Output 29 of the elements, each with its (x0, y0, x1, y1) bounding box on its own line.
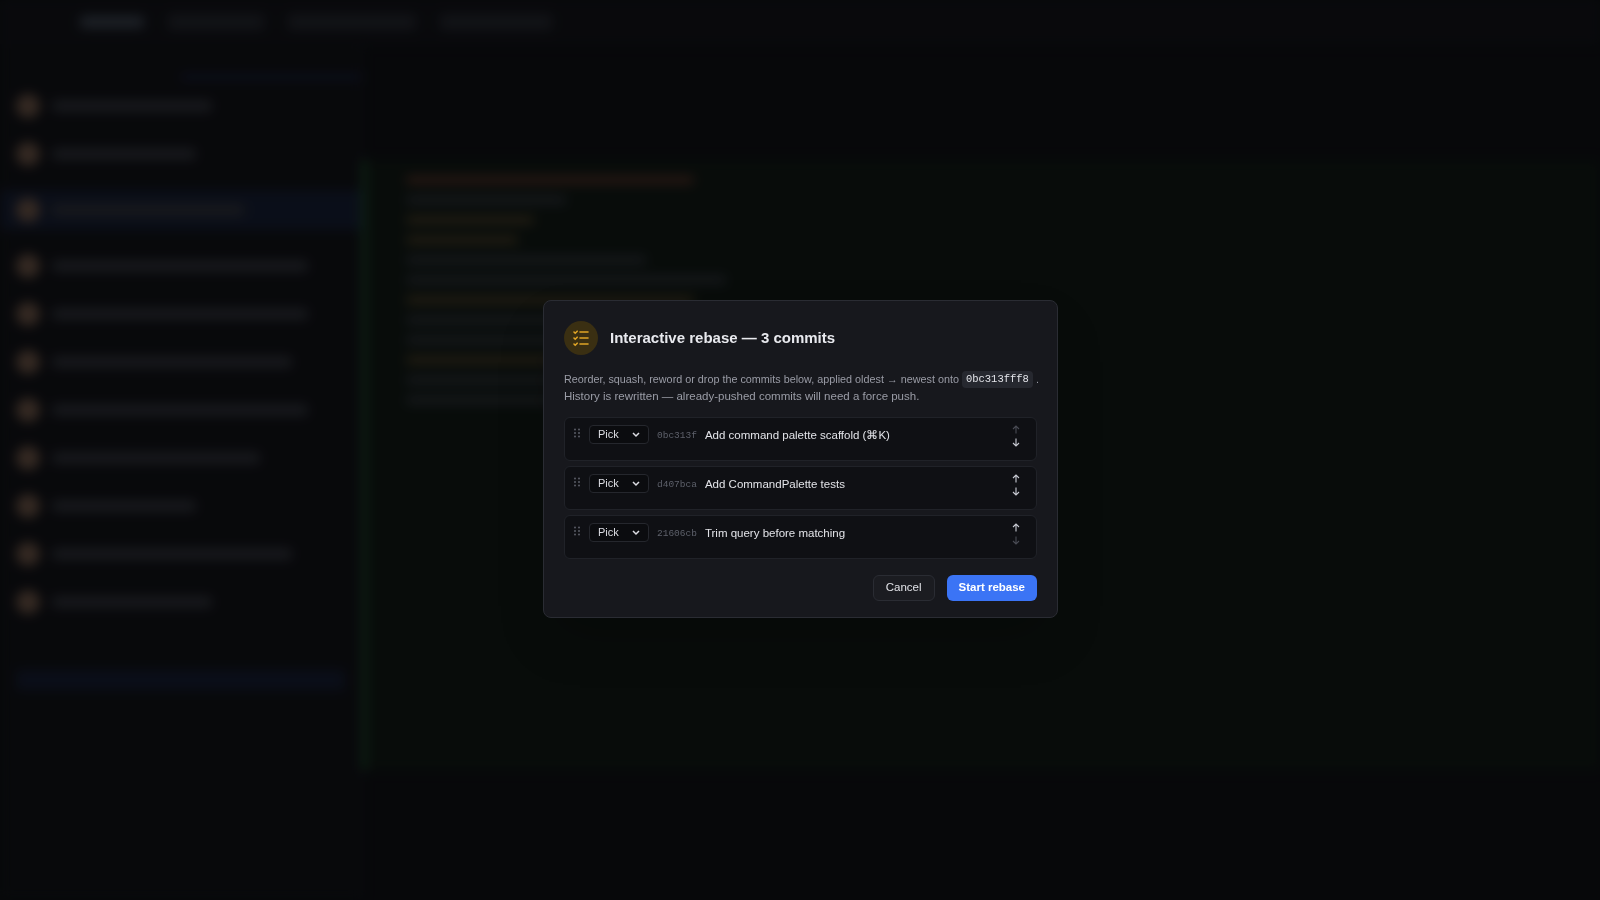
commit-message: Add command palette scaffold (⌘K) (704, 428, 891, 443)
chevron-down-icon (632, 480, 640, 487)
chevron-down-icon (632, 529, 640, 536)
start-rebase-button[interactable]: Start rebase (946, 575, 1037, 601)
commit-hash: d407bca (657, 478, 697, 492)
arrow-down-icon (1012, 438, 1020, 447)
description-text: History is rewritten — already-pushed commits will need a force push. (564, 389, 921, 404)
drag-handle-icon[interactable] (573, 477, 581, 487)
base-hash-chip: 0bc313fff8 (961, 371, 1033, 388)
commit-hash: 0bc313f (657, 429, 697, 443)
arrow-up-icon (1012, 523, 1020, 532)
drag-handle-icon[interactable] (573, 526, 581, 536)
chevron-down-icon (632, 431, 640, 438)
drag-handle-icon[interactable] (573, 428, 581, 438)
action-select[interactable]: Pick (589, 425, 649, 444)
description-text: Reorder, squash, reword or drop the commits below, applied oldest → newest onto (564, 372, 959, 387)
action-select[interactable]: Pick (589, 523, 649, 542)
commit-hash: 21606cb (657, 527, 697, 541)
arrow-down-icon (1012, 536, 1020, 545)
commit-message: Add CommandPalette tests (704, 477, 846, 492)
arrow-up-icon (1012, 425, 1020, 434)
description-text: . (1035, 372, 1039, 387)
commit-message: Trim query before matching (704, 526, 847, 541)
cancel-button[interactable]: Cancel (872, 575, 935, 601)
arrow-down-icon (1012, 487, 1020, 496)
dialog-title: Interactive rebase — 3 commits (610, 327, 836, 348)
checklist-icon (564, 321, 598, 355)
action-select[interactable]: Pick (589, 474, 649, 493)
arrow-up-icon (1012, 474, 1020, 483)
